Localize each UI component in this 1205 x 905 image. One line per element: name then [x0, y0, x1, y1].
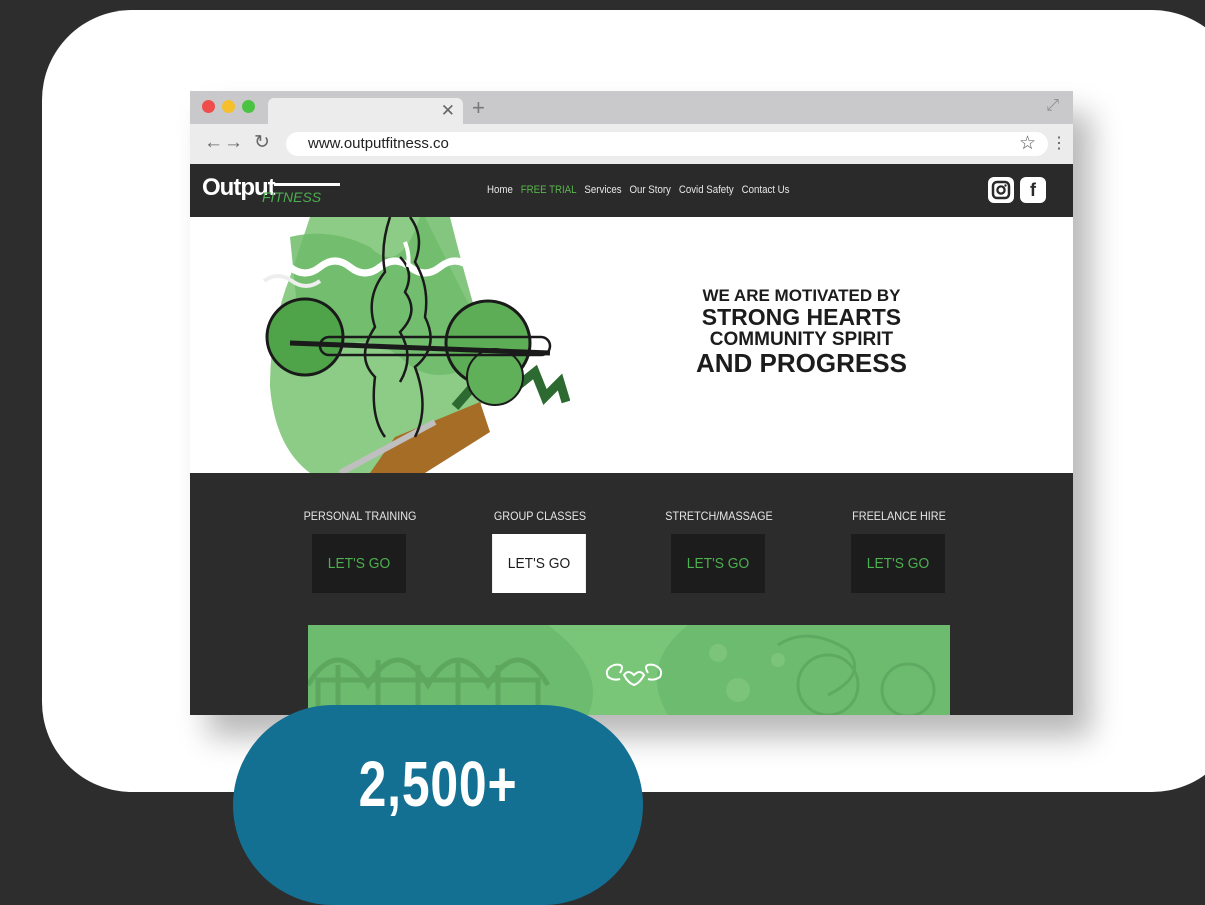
tab-bar: ✕ + ⤢	[190, 91, 1073, 124]
services-section: PERSONAL TRAINING LET'S GO GROUP CLASSES…	[190, 473, 1073, 715]
back-icon[interactable]: ←	[204, 133, 223, 153]
address-bar-row: ← → ↻ www.outputfitness.co ☆ ⋮	[190, 124, 1073, 164]
bookmark-star-icon[interactable]: ☆	[1019, 132, 1036, 156]
lets-go-button[interactable]: LET'S GO	[851, 534, 945, 593]
headline-line-3: COMMUNITY SPIRIT	[709, 328, 894, 350]
url-field[interactable]: www.outputfitness.co ☆	[286, 132, 1048, 156]
service-personal-training: PERSONAL TRAINING LET'S GO	[304, 509, 416, 593]
nav-services[interactable]: Services	[584, 184, 621, 196]
forward-icon[interactable]: →	[224, 133, 243, 153]
facebook-icon[interactable]: f	[1020, 177, 1046, 203]
service-label: GROUP CLASSES	[493, 509, 587, 523]
logo-underline	[274, 183, 340, 186]
minimize-window-dot[interactable]	[222, 100, 235, 113]
url-text: www.outputfitness.co	[308, 135, 449, 152]
nav-free-trial[interactable]: FREE TRIAL	[521, 184, 577, 196]
close-window-dot[interactable]	[202, 100, 215, 113]
nav-contact-us[interactable]: Contact Us	[742, 184, 790, 196]
service-label: FREELANCE HIRE	[852, 509, 946, 523]
banner-pattern	[308, 625, 950, 715]
nav-our-story[interactable]: Our Story	[629, 184, 670, 196]
lets-go-button[interactable]: LET'S GO	[312, 534, 406, 593]
headline-line-2: STRONG HEARTS	[701, 304, 902, 331]
browser-window: ✕ + ⤢ ← → ↻ www.outputfitness.co ☆ ⋮ Out…	[190, 91, 1073, 715]
browser-tab[interactable]: ✕	[268, 98, 463, 124]
hero-section: WE ARE MOTIVATED BY STRONG HEARTS COMMUN…	[190, 217, 1073, 473]
close-tab-icon[interactable]: ✕	[441, 101, 455, 121]
logo-subtitle: FITNESS	[262, 189, 322, 205]
service-label: PERSONAL TRAINING	[303, 509, 417, 523]
service-freelance-hire: FREELANCE HIRE LET'S GO	[847, 509, 951, 593]
site-header: Output FITNESS Home FREE TRIAL Services …	[190, 164, 1073, 217]
site-logo[interactable]: Output FITNESS	[202, 174, 352, 210]
browser-menu-icon[interactable]: ⋮	[1051, 130, 1067, 158]
new-tab-icon[interactable]: +	[472, 97, 485, 119]
nav-home[interactable]: Home	[487, 184, 513, 196]
weightlifter-illustration	[257, 217, 570, 473]
reload-icon[interactable]: ↻	[254, 133, 270, 153]
lets-go-button[interactable]: LET'S GO	[492, 534, 586, 593]
green-banner	[308, 625, 950, 715]
stat-value: 2,500+	[358, 748, 518, 820]
service-label: STRETCH/MASSAGE	[665, 509, 773, 523]
headline-line-4: AND PROGRESS	[696, 348, 907, 379]
stat-pill: 2,500+	[233, 705, 643, 905]
instagram-icon[interactable]	[988, 177, 1014, 203]
lets-go-button[interactable]: LET'S GO	[671, 534, 765, 593]
maximize-window-dot[interactable]	[242, 100, 255, 113]
hero-headline: WE ARE MOTIVATED BY STRONG HEARTS COMMUN…	[696, 286, 907, 379]
headline-line-1: WE ARE MOTIVATED BY	[702, 286, 901, 305]
expand-icon[interactable]: ⤢	[1046, 97, 1059, 115]
main-nav: Home FREE TRIAL Services Our Story Covid…	[487, 184, 790, 196]
service-stretch-massage: STRETCH/MASSAGE LET'S GO	[665, 509, 773, 593]
service-group-classes: GROUP CLASSES LET'S GO	[488, 509, 592, 593]
nav-covid-safety[interactable]: Covid Safety	[679, 184, 734, 196]
